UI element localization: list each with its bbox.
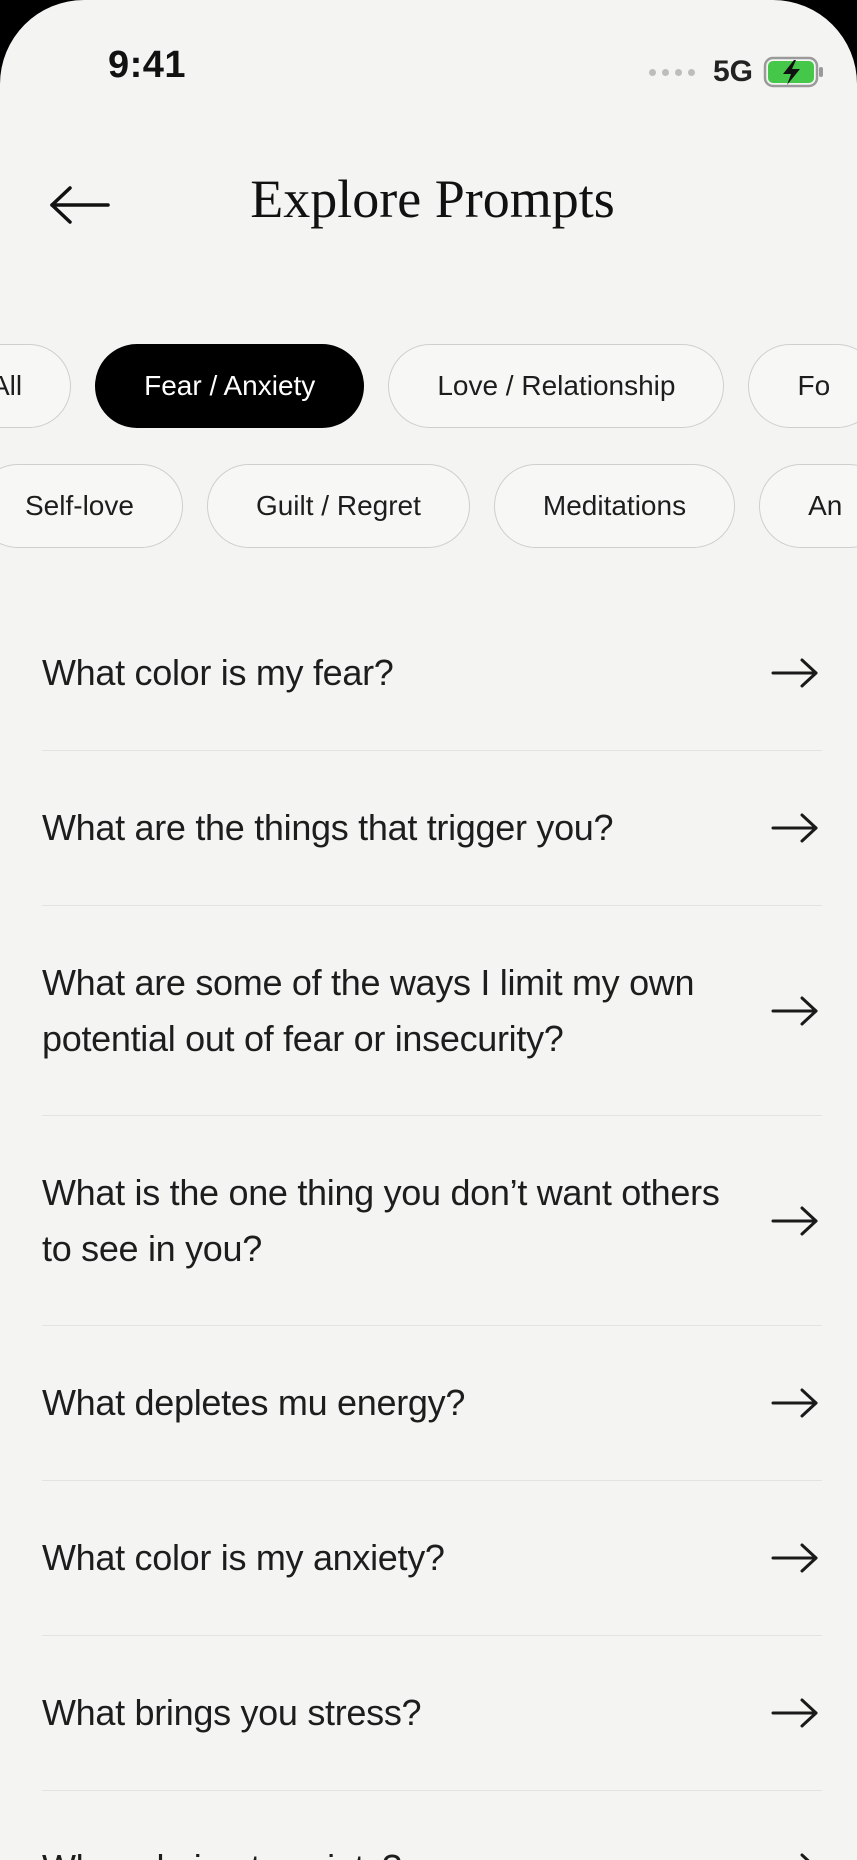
arrow-right-icon: [771, 1388, 818, 1418]
arrow-right-icon: [771, 658, 818, 688]
signal-icon: [648, 68, 695, 76]
prompt-text: What brings you stress?: [42, 1692, 422, 1733]
filter-chip-meditations[interactable]: Meditations: [493, 464, 736, 548]
prompt-text: What are the things that trigger you?: [42, 807, 614, 848]
prompt-item[interactable]: What brings you stress?: [42, 1636, 822, 1791]
arrow-right-icon: [771, 1206, 818, 1235]
filter-row-2: Self-love Guilt / Regret Meditations An: [0, 462, 857, 550]
battery-charging-icon: [763, 56, 823, 88]
screen: 9:41 5G Explore Prompts All Fear / Anxiet…: [0, 0, 857, 1860]
prompt-item[interactable]: What are some of the ways I limit my own…: [42, 906, 822, 1116]
filter-chip-fear-anxiety[interactable]: Fear / Anxiety: [95, 344, 365, 428]
arrow-right-icon: [771, 813, 818, 843]
status-time: 9:41: [108, 44, 187, 86]
phone-frame: 9:41 5G Explore Prompts All Fear / Anxiet…: [0, 0, 857, 1860]
prompt-item[interactable]: What color is my fear?: [42, 596, 822, 751]
filter-chip-all[interactable]: All: [0, 344, 72, 428]
filter-row-1: All Fear / Anxiety Love / Relationship Fo: [0, 342, 857, 430]
network-label: 5G: [712, 55, 753, 88]
prompt-item[interactable]: What are the things that trigger you?: [42, 751, 822, 906]
prompt-text: What is the one thing you don’t want oth…: [42, 1171, 720, 1269]
arrow-right-icon: [771, 1698, 818, 1728]
arrow-right-icon: [800, 1853, 810, 1860]
arrow-right-icon: [771, 1543, 818, 1573]
prompt-text: What color is my anxiety?: [42, 1537, 445, 1578]
prompt-item[interactable]: When do i get anxiety?: [42, 1791, 822, 1860]
prompt-item[interactable]: What is the one thing you don’t want oth…: [42, 1116, 822, 1326]
filter-chip-guilt-regret[interactable]: Guilt / Regret: [206, 464, 470, 548]
arrow-right-icon: [771, 996, 818, 1025]
filter-chip-fo[interactable]: Fo: [748, 344, 857, 428]
filter-chip-an[interactable]: An: [759, 464, 857, 548]
filter-chip-self-love[interactable]: Self-love: [0, 464, 183, 548]
prompt-text: What are some of the ways I limit my own…: [42, 961, 695, 1059]
prompt-text: What depletes mu energy?: [42, 1382, 466, 1423]
status-indicators: 5G: [648, 50, 827, 94]
prompt-text: What color is my fear?: [42, 652, 394, 693]
prompt-item[interactable]: What color is my anxiety?: [42, 1481, 822, 1636]
filter-chip-love-relationship[interactable]: Love / Relationship: [388, 344, 725, 428]
prompt-item[interactable]: What depletes mu energy?: [42, 1326, 822, 1481]
page-title: Explore Prompts: [250, 169, 615, 229]
prompt-text: When do i get anxiety?: [42, 1840, 402, 1860]
prompt-list: What color is my fear? What are the thing…: [42, 596, 822, 1860]
